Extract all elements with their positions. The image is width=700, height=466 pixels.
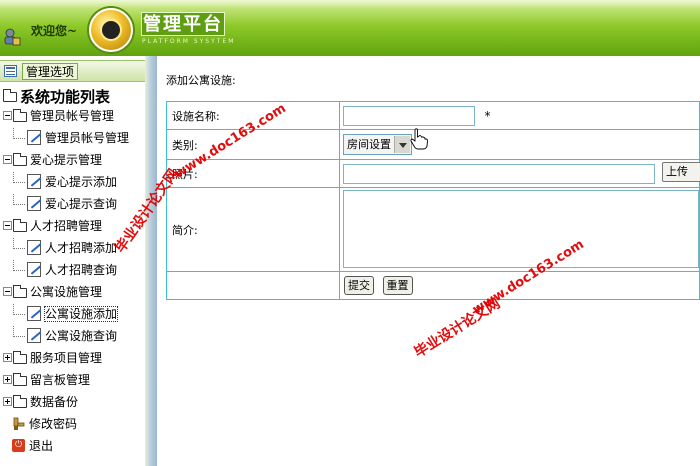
tree-item-change-password[interactable]: 修改密码 — [12, 414, 77, 434]
tree-group-label: 管理员帐号管理 — [30, 109, 115, 123]
folder-icon — [13, 372, 27, 386]
tree-group-label: 爱心提示管理 — [30, 153, 103, 167]
collapse-icon[interactable] — [3, 287, 12, 296]
tree-item-label: 管理员帐号管理 — [45, 131, 130, 145]
menu-options-label: 管理选项 — [22, 63, 79, 80]
tree-group-label: 人才招聘管理 — [30, 219, 103, 233]
document-edit-icon — [27, 196, 41, 211]
header-highlight — [0, 0, 700, 8]
document-edit-icon — [27, 262, 41, 277]
expand-icon[interactable] — [3, 397, 12, 406]
document-edit-icon — [27, 130, 41, 145]
wrench-key-icon — [13, 417, 25, 430]
platform-subtitle: PLATFORM SYSYTEM — [142, 38, 236, 45]
tree-item-facility-query[interactable]: 公寓设施查询 — [13, 326, 118, 346]
folder-icon — [13, 152, 27, 166]
intro-textarea[interactable] — [343, 190, 699, 268]
intro-label: 简介: — [166, 187, 340, 272]
tree-root-label: 系统功能列表 — [20, 88, 111, 106]
document-edit-icon — [27, 328, 41, 343]
buttons-label-cell — [166, 271, 340, 300]
chevron-down-icon[interactable] — [394, 136, 410, 153]
tree-item-admin-account[interactable]: 管理员帐号管理 — [13, 128, 130, 148]
tree-group-label: 留言板管理 — [30, 373, 91, 387]
tree-item-logout[interactable]: ⏻ 退出 — [12, 436, 53, 456]
list-window-icon — [4, 65, 17, 77]
folder-icon — [13, 284, 27, 298]
tree-item-label: 爱心提示添加 — [45, 175, 118, 189]
user-lock-icon — [4, 28, 21, 46]
submit-button[interactable]: 提交 — [344, 276, 374, 295]
category-selected-value: 房间设置 — [347, 138, 391, 151]
platform-title: 管理平台 — [141, 12, 225, 36]
document-edit-icon — [27, 306, 41, 321]
photo-path-input[interactable] — [343, 163, 655, 184]
folder-icon — [13, 218, 27, 232]
welcome-text: 欢迎您~ — [31, 24, 78, 38]
tree-group-label: 数据备份 — [30, 395, 79, 409]
folder-icon — [3, 88, 17, 102]
collapse-icon[interactable] — [3, 221, 12, 230]
document-edit-icon — [27, 240, 41, 255]
tree-group-apartment-facility[interactable]: 公寓设施管理 — [3, 282, 102, 302]
tree-item-label: 公寓设施查询 — [45, 329, 118, 343]
collapse-icon[interactable] — [3, 155, 12, 164]
tree-group-service-items[interactable]: 服务项目管理 — [3, 348, 102, 368]
tree-item-label: 人才招聘添加 — [45, 241, 118, 255]
tree-item-recruitment-query[interactable]: 人才招聘查询 — [13, 260, 118, 280]
expand-icon[interactable] — [3, 375, 12, 384]
document-edit-icon — [27, 174, 41, 189]
folder-icon — [13, 350, 27, 364]
tree-item-label-selected: 公寓设施添加 — [43, 306, 119, 322]
facility-name-input[interactable] — [343, 105, 475, 126]
tree-group-recruitment[interactable]: 人才招聘管理 — [3, 216, 102, 236]
reset-button[interactable]: 重置 — [382, 276, 413, 295]
upload-button[interactable]: 上传 — [662, 162, 700, 182]
sidebar-divider — [145, 56, 157, 466]
collapse-icon[interactable] — [3, 111, 12, 120]
tree-item-label: 爱心提示查询 — [45, 197, 118, 211]
expand-icon[interactable] — [3, 353, 12, 362]
sidebar: 管理选项 系统功能列表 管理员帐号管理 管理员帐号管理 爱心提示管理 爱心提示添… — [0, 56, 145, 466]
tree-item-facility-add[interactable]: 公寓设施添加 — [13, 304, 119, 324]
tree-group-message-board[interactable]: 留言板管理 — [3, 370, 90, 390]
category-select[interactable]: 房间设置 — [343, 134, 412, 155]
tree-group-label: 公寓设施管理 — [30, 285, 103, 299]
change-password-label: 修改密码 — [29, 417, 78, 431]
menu-options-header[interactable]: 管理选项 — [0, 60, 145, 82]
tree-item-recruitment-add[interactable]: 人才招聘添加 — [13, 238, 118, 258]
required-mark: * — [484, 109, 491, 123]
tree-item-label: 人才招聘查询 — [45, 263, 118, 277]
tree-group-data-backup[interactable]: 数据备份 — [3, 392, 78, 412]
tree-group-admin-account[interactable]: 管理员帐号管理 — [3, 106, 114, 126]
hand-cursor-icon — [410, 128, 428, 150]
logout-label: 退出 — [29, 439, 54, 453]
power-icon: ⏻ — [12, 439, 25, 452]
main-content: 添加公寓设施: 设施名称: * 类别: 房间设置 照片: 上传 简介: 提交 重… — [157, 56, 700, 466]
page-title: 添加公寓设施: — [166, 74, 236, 87]
tree-group-love-tips[interactable]: 爱心提示管理 — [3, 150, 102, 170]
gauge-logo-icon — [89, 8, 133, 52]
folder-icon — [13, 394, 27, 408]
app-header: 欢迎您~ 管理平台 PLATFORM SYSYTEM — [0, 0, 700, 56]
tree-item-love-tips-query[interactable]: 爱心提示查询 — [13, 194, 118, 214]
folder-icon — [13, 108, 27, 122]
tree-item-love-tips-add[interactable]: 爱心提示添加 — [13, 172, 118, 192]
tree-group-label: 服务项目管理 — [30, 351, 103, 365]
